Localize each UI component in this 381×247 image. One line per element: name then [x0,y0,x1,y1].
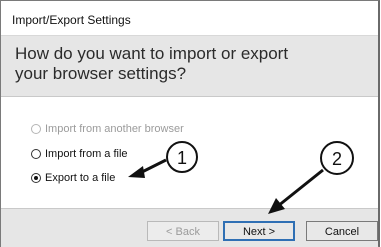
dialog-titlebar: Import/Export Settings [1,1,378,36]
radio-selected-icon[interactable] [31,173,41,183]
cancel-button[interactable]: Cancel [306,221,378,241]
back-button[interactable]: < Back [147,221,219,241]
dialog-footer: < Back Next > Cancel [1,208,378,247]
option-import-from-file[interactable]: Import from a file [31,146,128,162]
option-export-to-file[interactable]: Export to a file [31,170,115,186]
dialog-header: How do you want to import or export your… [1,36,378,97]
dialog-title: Import/Export Settings [12,13,131,27]
option-label: Import from a file [45,148,128,160]
next-button[interactable]: Next > [223,221,295,241]
radio-icon[interactable] [31,124,41,134]
option-label: Export to a file [45,172,116,184]
radio-icon[interactable] [31,149,41,159]
dialog-question: How do you want to import or export your… [15,44,289,83]
option-label: Import from another browser [45,123,184,135]
option-import-from-browser[interactable]: Import from another browser [31,121,184,137]
import-export-settings-dialog: Import/Export Settings How do you want t… [0,0,380,247]
